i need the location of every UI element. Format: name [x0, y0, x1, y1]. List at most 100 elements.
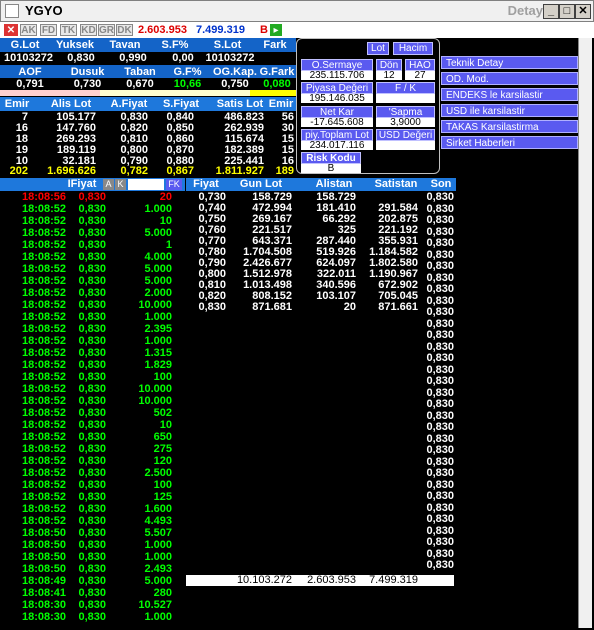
trade-lot: 2.500	[144, 467, 172, 479]
trade-time: 18:08:52	[21, 443, 66, 455]
usd-karsilastir-button[interactable]: USD ile karsilastir	[441, 104, 578, 117]
trade-price: 0,830	[78, 263, 106, 275]
sirket-haberleri-button[interactable]: Sirket Haberleri	[441, 136, 578, 149]
trade-time: 18:08:52	[21, 227, 66, 239]
toolbar: ✕ AK FD TK KD GR DK 2.603.953 7.499.319 …	[0, 22, 594, 38]
trade-lot: 1.315	[144, 347, 172, 359]
trade-time: 18:08:52	[21, 239, 66, 251]
lot-button[interactable]: Lot	[367, 42, 389, 55]
close-button[interactable]: ✕	[575, 4, 591, 19]
close-icon[interactable]: ✕	[4, 24, 18, 36]
teknik-detay-button[interactable]: Teknik Detay	[441, 56, 578, 69]
trade-time: 18:08:52	[21, 263, 66, 275]
trade-price: 0,830	[78, 587, 106, 599]
label-son[interactable]: Son	[426, 178, 456, 190]
trade-lot: 10.527	[138, 599, 172, 611]
trade-time: 18:08:52	[21, 347, 66, 359]
label-fiyat[interactable]: Fiyat	[186, 178, 226, 190]
trade-lot: 650	[153, 431, 172, 443]
son-cell: 0,830	[426, 237, 454, 249]
label-yuksek: Yuksek	[56, 39, 94, 51]
trade-lot: 1.000	[144, 539, 172, 551]
od-mod-button[interactable]: OD. Mod.	[441, 72, 578, 85]
trade-row: 18:08:52 0,830 650	[0, 431, 185, 443]
tab-tk[interactable]: TK	[60, 24, 77, 36]
trade-row: 18:08:52 0,830 275	[0, 443, 185, 455]
window-subtitle: Detay	[507, 3, 543, 18]
trade-lot: 280	[153, 587, 172, 599]
trade-row: 18:08:52 0,830 100	[0, 479, 185, 491]
info-panel: Lot Hacim O.Sermaye 235.115.706 Dön 12 H…	[296, 38, 440, 174]
trade-row: 18:08:52 0,830 2.395	[0, 323, 185, 335]
trade-lot: 100	[153, 371, 172, 383]
son-cell: 0,830	[426, 478, 454, 491]
tab-ak[interactable]: AK	[20, 24, 37, 36]
label-slot: S.Lot	[213, 39, 242, 51]
son-cell: 0,830	[426, 375, 454, 387]
minimize-button[interactable]: _	[543, 4, 559, 19]
trade-lot: 125	[153, 491, 172, 503]
trade-row: 18:08:52 0,830 1	[0, 239, 185, 251]
trade-price: 0,830	[78, 515, 106, 527]
trade-price: 0,830	[78, 443, 106, 455]
price-cell: 871.681	[252, 301, 292, 313]
son-cell: 0,830	[426, 536, 454, 548]
tab-fd[interactable]: FD	[40, 24, 57, 36]
son-cell: 0,830	[426, 559, 454, 571]
son-cell: 0,830	[426, 386, 454, 399]
trade-price: 0,830	[78, 251, 106, 263]
trade-row: 18:08:52 0,830 1.315	[0, 347, 185, 359]
label-dusuk: Dusuk	[70, 66, 105, 78]
total-emir-buy: 202	[9, 165, 28, 177]
a-button[interactable]: A	[103, 179, 114, 190]
trade-time: 18:08:30	[21, 599, 66, 611]
trade-row: 18:08:41 0,830 280	[0, 587, 185, 599]
son-column: 0,830 0,830 0,830 0,830 0,830 0,830 0,830 0,830…	[426, 191, 454, 581]
tab-gr[interactable]: GR	[98, 24, 115, 36]
label-sf: S.F%	[161, 39, 189, 51]
tab-kd[interactable]: KD	[80, 24, 97, 36]
trade-row: 18:08:52 0,830 10	[0, 215, 185, 227]
label-gun-lot[interactable]: Gun Lot	[231, 178, 291, 190]
trade-lot: 2.000	[144, 287, 172, 299]
total-afiyat: 0,782	[120, 165, 148, 177]
filter-input[interactable]	[128, 179, 164, 190]
son-cell: 0,830	[426, 202, 454, 215]
trade-time: 18:08:52	[21, 407, 66, 419]
hacim-button[interactable]: Hacim	[393, 42, 433, 55]
takas-karsilastirma-button[interactable]: TAKAS Karsilastirma	[441, 120, 578, 133]
son-cell: 0,830	[426, 524, 454, 537]
vertical-scrollbar[interactable]	[578, 38, 592, 628]
summary-values-1-row: 10103272 0,830 0,990 0,00 10103272	[0, 52, 296, 64]
trade-row: 18:08:52 0,830 1.000	[0, 335, 185, 347]
net-kar-value: -17.645.608	[301, 118, 373, 128]
trade-row: 18:08:52 0,830 10	[0, 419, 185, 431]
trade-lot: 5.000	[144, 263, 172, 275]
trade-lot: 2.493	[144, 563, 172, 575]
label-emir-buy: Emir	[4, 98, 30, 110]
trade-row: 18:08:52 0,830 5.000	[0, 275, 185, 287]
trade-lot: 2.395	[144, 323, 172, 335]
trade-row: 18:08:52 0,830 10.000	[0, 383, 185, 395]
tab-dk[interactable]: DK	[116, 24, 133, 36]
label-alis-lot: Alis Lot	[50, 98, 92, 110]
trade-time: 18:08:52	[21, 491, 66, 503]
trade-lot: 100	[153, 479, 172, 491]
arrow-right-icon[interactable]: ▸	[270, 24, 282, 36]
label-aof: AOF	[18, 66, 42, 78]
price-cell: 871.661	[378, 301, 418, 313]
fk-label: F / K	[376, 82, 435, 94]
trade-price: 0,830	[78, 323, 106, 335]
label-satistan[interactable]: Satistan	[366, 178, 426, 190]
k-button[interactable]: K	[115, 179, 126, 190]
trade-lot: 4.493	[144, 515, 172, 527]
label-ogkap: OG.Kap.	[212, 66, 257, 78]
endeks-karsilastir-button[interactable]: ENDEKS le karsilastir	[441, 88, 578, 101]
fk-button[interactable]: FK	[166, 179, 182, 190]
maximize-button[interactable]: □	[559, 4, 575, 19]
label-gf: G.F%	[173, 66, 202, 78]
depth-header: Emir Alis Lot A.Fiyat S.Fiyat Satis Lot …	[0, 97, 296, 111]
trade-lot: 502	[153, 407, 172, 419]
label-alistan[interactable]: Alistan	[304, 178, 364, 190]
son-cell: 0,830	[426, 444, 454, 456]
